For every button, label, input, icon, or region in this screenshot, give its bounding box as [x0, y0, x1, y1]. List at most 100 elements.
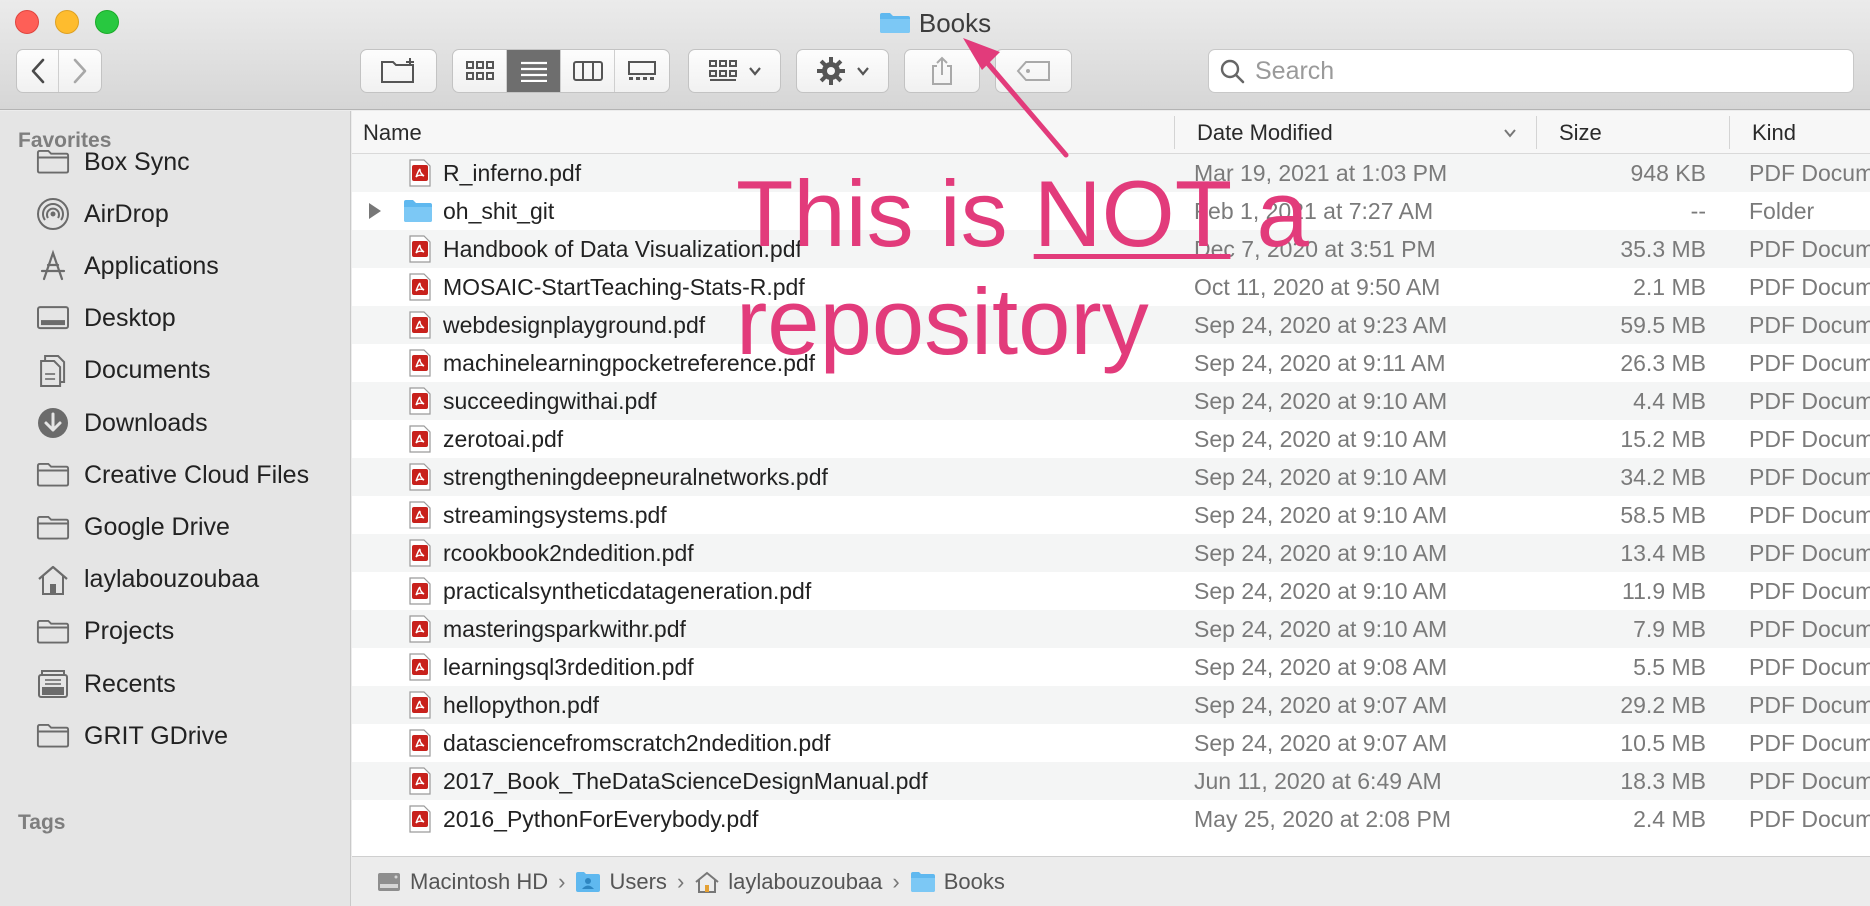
search-icon	[1220, 59, 1245, 84]
file-row[interactable]: MOSAIC-StartTeaching-Stats-R.pdf Oct 11, …	[352, 268, 1870, 306]
column-header-name[interactable]: Name	[363, 111, 422, 154]
file-date-modified: Sep 24, 2020 at 9:10 AM	[1194, 578, 1448, 604]
action-menu-button[interactable]	[796, 49, 889, 93]
list-view-icon	[520, 61, 547, 82]
file-row[interactable]: learningsql3rdedition.pdf Sep 24, 2020 at…	[352, 648, 1870, 686]
file-size: 948 KB	[1630, 160, 1706, 186]
column-divider[interactable]	[1729, 116, 1730, 149]
file-date-modified: Sep 24, 2020 at 9:11 AM	[1194, 350, 1446, 376]
sidebar-item-creative-cloud-files[interactable]: Creative Cloud Files	[34, 451, 344, 499]
pdf-file-icon	[407, 235, 433, 263]
pdf-file-icon	[407, 463, 433, 491]
file-row[interactable]: masteringsparkwithr.pdf Sep 24, 2020 at 9…	[352, 610, 1870, 648]
pdf-file-icon	[407, 387, 433, 415]
file-date-modified: Mar 19, 2021 at 1:03 PM	[1194, 160, 1448, 186]
new-folder-button[interactable]	[360, 49, 437, 93]
path-crumb[interactable]: laylabouzoubaa	[694, 869, 882, 895]
file-name: machinelearningpocketreference.pdf	[443, 350, 816, 376]
file-row[interactable]: practicalsyntheticdatageneration.pdf Sep …	[352, 572, 1870, 610]
sidebar-item-box-sync[interactable]: Box Sync	[34, 138, 344, 186]
file-row[interactable]: R_inferno.pdf Mar 19, 2021 at 1:03 PM 948 …	[352, 154, 1870, 192]
file-date-modified: Sep 24, 2020 at 9:10 AM	[1194, 464, 1448, 490]
sidebar-item-label: Google Drive	[84, 512, 230, 541]
tag-button[interactable]	[995, 49, 1072, 93]
column-header-date-modified[interactable]: Date Modified	[1197, 111, 1537, 154]
folder-icon	[34, 719, 72, 753]
search-field[interactable]	[1208, 49, 1854, 93]
folder-icon	[34, 510, 72, 544]
file-kind: PDF Docum	[1749, 502, 1870, 528]
sidebar-item-applications[interactable]: Applications	[34, 242, 344, 290]
sidebar-item-desktop[interactable]: Desktop	[34, 295, 344, 343]
sidebar-item-projects[interactable]: Projects	[34, 608, 344, 656]
icon-view-button[interactable]	[453, 50, 507, 92]
file-row[interactable]: zerotoai.pdf Sep 24, 2020 at 9:10 AM 15.2 …	[352, 420, 1870, 458]
list-view-button[interactable]	[507, 50, 561, 92]
file-row[interactable]: succeedingwithai.pdf Sep 24, 2020 at 9:10…	[352, 382, 1870, 420]
column-header-size[interactable]: Size	[1559, 111, 1602, 154]
column-view-button[interactable]	[561, 50, 615, 92]
search-input[interactable]	[1255, 56, 1815, 86]
file-name: practicalsyntheticdatageneration.pdf	[443, 578, 812, 604]
sidebar-item-downloads[interactable]: Downloads	[34, 399, 344, 447]
file-size: 10.5 MB	[1620, 730, 1706, 756]
file-name: R_inferno.pdf	[443, 160, 582, 186]
window-toolbar: Books	[0, 0, 1870, 110]
file-row[interactable]: 2016_PythonForEverybody.pdf May 25, 2020 …	[352, 800, 1870, 838]
file-row[interactable]: Handbook of Data Visualization.pdf Dec 7,…	[352, 230, 1870, 268]
folder-icon	[403, 199, 432, 227]
chevron-down-icon	[856, 67, 869, 76]
gallery-view-button[interactable]	[615, 50, 669, 92]
file-size: 7.9 MB	[1633, 616, 1706, 642]
file-kind: PDF Docum	[1749, 578, 1870, 604]
back-button[interactable]	[17, 50, 60, 92]
file-name: succeedingwithai.pdf	[443, 388, 657, 414]
file-row[interactable]: strengtheningdeepneuralnetworks.pdf Sep 2…	[352, 458, 1870, 496]
forward-button[interactable]	[59, 50, 101, 92]
path-crumb[interactable]: Users	[575, 869, 667, 895]
file-size: 2.1 MB	[1633, 274, 1706, 300]
sidebar-item-laylabouzoubaa[interactable]: laylabouzoubaa	[34, 556, 344, 604]
file-row[interactable]: hellopython.pdf Sep 24, 2020 at 9:07 AM 29…	[352, 686, 1870, 724]
sidebar-item-label: GRIT GDrive	[84, 721, 228, 750]
desktop-icon	[34, 302, 72, 336]
file-row[interactable]: datasciencefromscratch2ndedition.pdf Sep …	[352, 724, 1870, 762]
chevron-right-icon: ›	[676, 868, 685, 894]
icon-view-icon	[465, 61, 494, 80]
file-row[interactable]: oh_shit_git Feb 1, 2021 at 7:27 AM -- Folde…	[352, 192, 1870, 230]
file-name: hellopython.pdf	[443, 692, 600, 718]
file-list: Name Date Modified Size Kind R_inferno.p…	[352, 111, 1870, 856]
file-row[interactable]: webdesignplayground.pdf Sep 24, 2020 at 9…	[352, 306, 1870, 344]
file-kind: PDF Docum	[1749, 540, 1870, 566]
new-folder-icon	[380, 58, 414, 83]
share-button[interactable]	[904, 49, 980, 93]
file-row[interactable]: machinelearningpocketreference.pdf Sep 24…	[352, 344, 1870, 382]
file-size: 59.5 MB	[1620, 312, 1706, 338]
sidebar-item-documents[interactable]: Documents	[34, 347, 344, 395]
file-date-modified: May 25, 2020 at 2:08 PM	[1194, 806, 1451, 832]
column-divider[interactable]	[1174, 116, 1175, 149]
sidebar-item-grit-gdrive[interactable]: GRIT GDrive	[34, 712, 344, 760]
path-crumb[interactable]: Books	[910, 869, 1005, 895]
file-row[interactable]: rcookbook2ndedition.pdf Sep 24, 2020 at 9…	[352, 534, 1870, 572]
file-row[interactable]: streamingsystems.pdf Sep 24, 2020 at 9:10…	[352, 496, 1870, 534]
file-size: 11.9 MB	[1622, 578, 1706, 604]
sidebar-item-airdrop[interactable]: AirDrop	[34, 190, 344, 238]
column-header-kind[interactable]: Kind	[1752, 111, 1796, 154]
sidebar-item-recents[interactable]: Recents	[34, 660, 344, 708]
file-kind: PDF Docum	[1749, 806, 1870, 832]
folder-icon	[34, 458, 72, 492]
window-title-text: Books	[918, 8, 992, 38]
pdf-file-icon	[407, 653, 433, 681]
path-crumb[interactable]: Macintosh HD	[376, 869, 548, 895]
column-divider[interactable]	[1536, 116, 1537, 149]
file-name: zerotoai.pdf	[443, 426, 564, 452]
sidebar-item-label: AirDrop	[84, 199, 169, 228]
file-row[interactable]: 2017_Book_TheDataScienceDesignManual.pdf…	[352, 762, 1870, 800]
file-size: 58.5 MB	[1620, 502, 1706, 528]
group-by-button[interactable]	[688, 49, 781, 93]
file-date-modified: Sep 24, 2020 at 9:08 AM	[1194, 654, 1448, 680]
pdf-file-icon	[407, 729, 433, 757]
disclosure-triangle-icon[interactable]	[366, 200, 386, 222]
sidebar-item-google-drive[interactable]: Google Drive	[34, 503, 344, 551]
